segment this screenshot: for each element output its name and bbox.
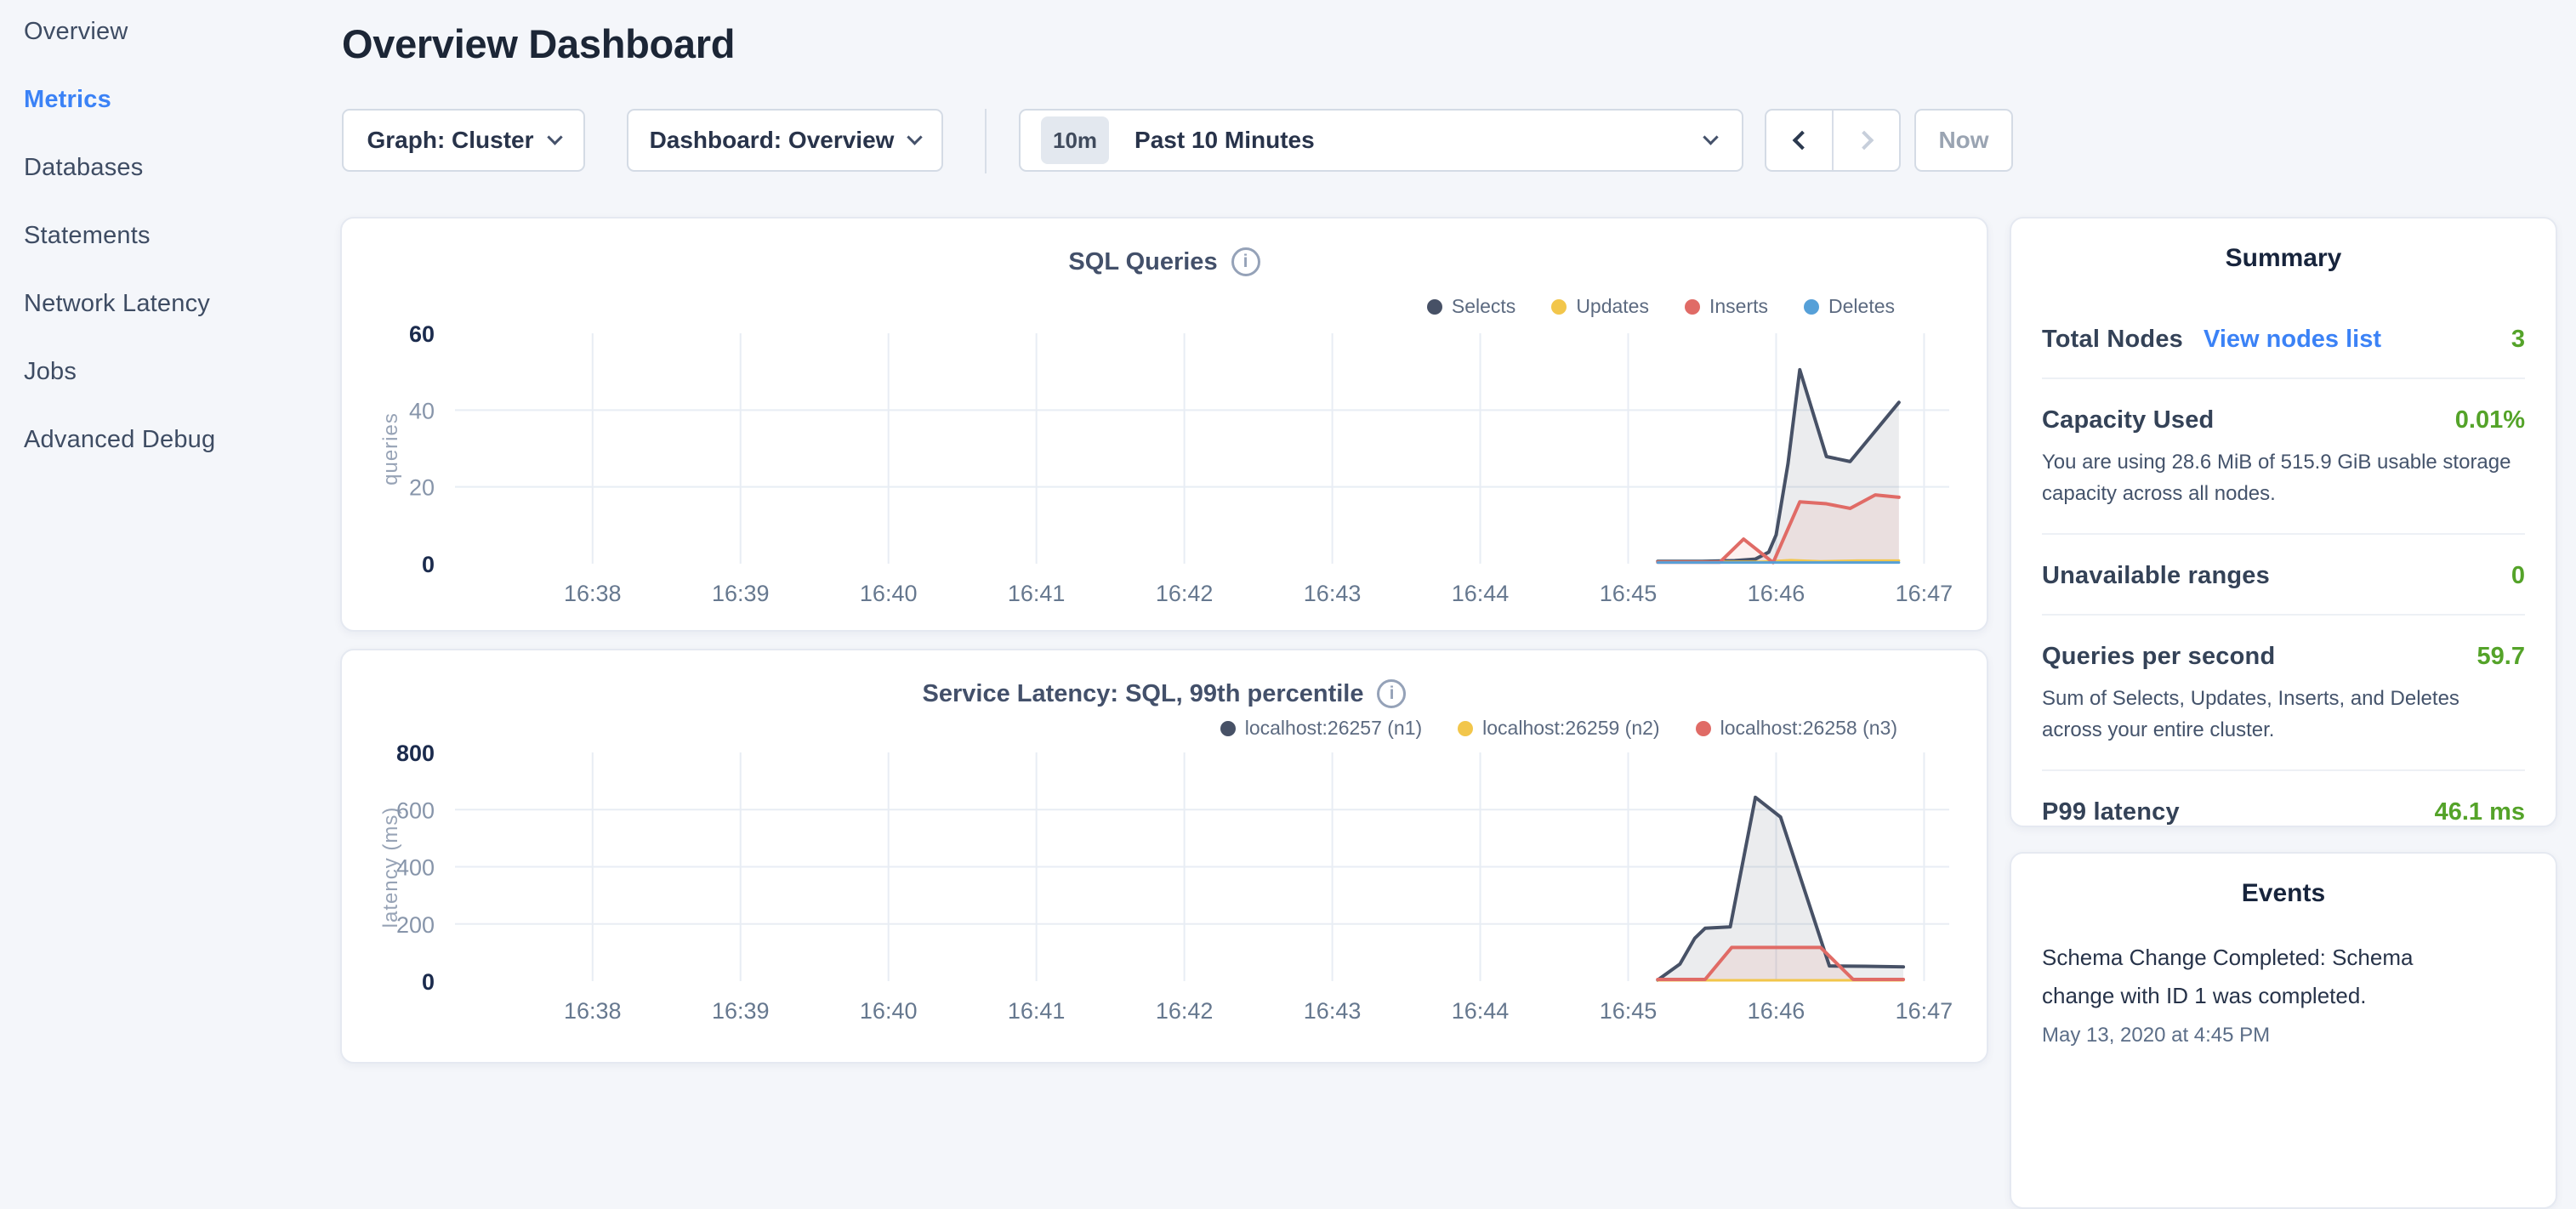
prev-range-button[interactable] — [1766, 111, 1832, 170]
svg-text:16:42: 16:42 — [1156, 581, 1214, 606]
unavailable-ranges-value: 0 — [2511, 562, 2525, 590]
events-body: Schema Change Completed: Schema change w… — [2011, 939, 2556, 1047]
svg-text:16:42: 16:42 — [1156, 998, 1214, 1024]
sql-queries-chart-card: SQL Queries i SelectsUpdatesInsertsDelet… — [340, 217, 1988, 632]
svg-text:0: 0 — [422, 969, 435, 995]
svg-text:200: 200 — [396, 912, 435, 938]
svg-text:16:47: 16:47 — [1896, 581, 1953, 606]
service-latency-chart-card: Service Latency: SQL, 99th percentile i … — [340, 649, 1988, 1064]
summary-row-capacity: Capacity Used 0.01% You are using 28.6 M… — [2042, 377, 2525, 533]
capacity-used-label: Capacity Used — [2042, 406, 2214, 434]
sidebar-item-network-latency[interactable]: Network Latency — [24, 287, 340, 321]
svg-text:16:45: 16:45 — [1600, 581, 1658, 606]
total-nodes-value: 3 — [2511, 326, 2525, 354]
time-range-label: Past 10 Minutes — [1134, 127, 1315, 154]
chevron-right-icon — [1854, 131, 1874, 150]
toolbar-divider — [985, 109, 987, 173]
chevron-down-icon — [547, 129, 562, 145]
view-nodes-list-link[interactable]: View nodes list — [2204, 326, 2381, 354]
chevron-down-icon — [1703, 129, 1718, 145]
sidebar-item-statements[interactable]: Statements — [24, 219, 340, 253]
capacity-used-desc: You are using 28.6 MiB of 515.9 GiB usab… — [2042, 446, 2525, 509]
summary-title: Summary — [2011, 219, 2556, 273]
svg-text:16:44: 16:44 — [1452, 998, 1510, 1024]
chevron-left-icon — [1792, 131, 1811, 150]
sidebar-item-advanced-debug[interactable]: Advanced Debug — [24, 423, 340, 457]
p99-latency-label: P99 latency — [2042, 798, 2180, 826]
time-range-pager — [1765, 109, 1901, 172]
svg-text:16:46: 16:46 — [1748, 581, 1805, 606]
event-text[interactable]: Schema Change Completed: Schema change w… — [2042, 939, 2471, 1015]
summary-body: Total Nodes View nodes list 3 Capacity U… — [2011, 298, 2556, 850]
p99-latency-value: 46.1 ms — [2435, 798, 2525, 826]
sql-queries-plot: 16:38 16:39 16:40 16:41 16:42 16:43 16:44 16:45… — [342, 219, 1990, 633]
qps-desc: Sum of Selects, Updates, Inserts, and De… — [2042, 683, 2525, 746]
now-button-label: Now — [1938, 127, 1988, 154]
sidebar-item-databases[interactable]: Databases — [24, 150, 340, 184]
svg-text:40: 40 — [409, 398, 435, 423]
svg-text:16:40: 16:40 — [860, 581, 918, 606]
total-nodes-label: Total Nodes — [2042, 326, 2183, 354]
svg-text:20: 20 — [409, 475, 435, 501]
unavailable-ranges-label: Unavailable ranges — [2042, 562, 2270, 590]
service-latency-plot: 16:38 16:39 16:40 16:41 16:42 16:43 16:44 16:45… — [342, 650, 1990, 1065]
svg-text:16:41: 16:41 — [1008, 581, 1066, 606]
time-range-dropdown[interactable]: 10m Past 10 Minutes — [1019, 109, 1743, 172]
qps-label: Queries per second — [2042, 643, 2275, 671]
capacity-used-value: 0.01% — [2455, 406, 2525, 434]
summary-row-unavailable-ranges: Unavailable ranges 0 — [2042, 533, 2525, 614]
svg-text:16:41: 16:41 — [1008, 998, 1066, 1024]
svg-text:16:39: 16:39 — [712, 998, 770, 1024]
now-button[interactable]: Now — [1914, 109, 2013, 172]
svg-text:16:40: 16:40 — [860, 998, 918, 1024]
svg-text:16:44: 16:44 — [1452, 581, 1510, 606]
graph-dropdown[interactable]: Graph: Cluster — [342, 109, 585, 172]
sidebar-item-overview[interactable]: Overview — [24, 14, 340, 48]
event-timestamp: May 13, 2020 at 4:45 PM — [2042, 1024, 2525, 1047]
time-range-badge: 10m — [1041, 116, 1109, 164]
svg-text:400: 400 — [396, 855, 435, 881]
summary-panel: Summary Total Nodes View nodes list 3 Ca… — [2010, 217, 2557, 827]
dashboard-dropdown[interactable]: Dashboard: Overview — [627, 109, 943, 172]
svg-text:16:43: 16:43 — [1304, 998, 1362, 1024]
svg-text:60: 60 — [409, 321, 435, 347]
events-panel: Events Schema Change Completed: Schema c… — [2010, 852, 2557, 1209]
svg-text:16:43: 16:43 — [1304, 581, 1362, 606]
svg-text:16:38: 16:38 — [564, 581, 622, 606]
svg-text:600: 600 — [396, 797, 435, 823]
chevron-down-icon — [907, 129, 923, 145]
summary-row-p99: P99 latency 46.1 ms — [2042, 769, 2525, 850]
qps-value: 59.7 — [2477, 643, 2525, 671]
dashboard-dropdown-label: Dashboard: Overview — [650, 127, 895, 154]
summary-row-total-nodes: Total Nodes View nodes list 3 — [2042, 298, 2525, 377]
sidebar-item-metrics[interactable]: Metrics — [24, 82, 340, 116]
svg-text:800: 800 — [396, 741, 435, 766]
events-title: Events — [2011, 854, 2556, 908]
page-root: Overview Metrics Databases Statements Ne… — [0, 0, 2576, 1051]
svg-text:16:39: 16:39 — [712, 581, 770, 606]
svg-text:16:45: 16:45 — [1600, 998, 1658, 1024]
svg-text:16:46: 16:46 — [1748, 998, 1805, 1024]
svg-text:16:38: 16:38 — [564, 998, 622, 1024]
sidebar-item-jobs[interactable]: Jobs — [24, 355, 340, 389]
graph-dropdown-label: Graph: Cluster — [367, 127, 533, 154]
page-title: Overview Dashboard — [342, 20, 735, 67]
svg-text:16:47: 16:47 — [1896, 998, 1953, 1024]
svg-text:0: 0 — [422, 552, 435, 577]
summary-row-qps: Queries per second 59.7 Sum of Selects, … — [2042, 614, 2525, 769]
next-range-button[interactable] — [1834, 111, 1899, 170]
sidebar: Overview Metrics Databases Statements Ne… — [0, 0, 340, 491]
